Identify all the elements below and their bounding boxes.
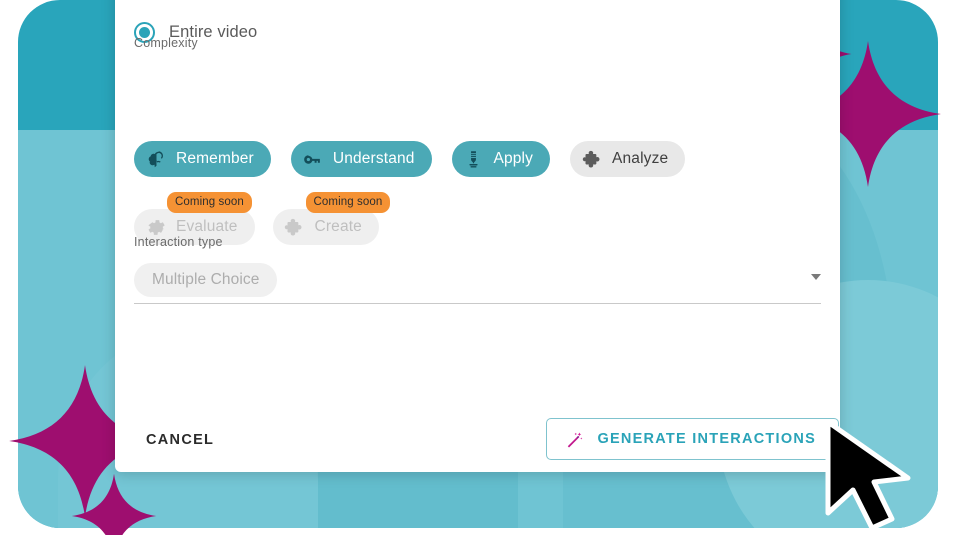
coming-soon-badge: Coming soon bbox=[305, 192, 391, 213]
complexity-chip-row-primary: Remember Understand Apply Analyze bbox=[134, 141, 686, 177]
puzzle-icon bbox=[284, 216, 306, 238]
complexity-chip-create: Create Coming soon bbox=[272, 192, 391, 245]
complexity-section-label: Complexity bbox=[134, 36, 198, 50]
complexity-chip-label: Remember bbox=[176, 150, 254, 167]
complexity-chip-understand[interactable]: Understand bbox=[290, 141, 432, 177]
interaction-type-value: Multiple Choice bbox=[134, 262, 278, 297]
magic-wand-icon bbox=[565, 430, 584, 449]
coming-soon-badge: Coming soon bbox=[167, 192, 252, 213]
chevron-down-icon[interactable] bbox=[811, 274, 821, 280]
brain-icon bbox=[145, 148, 167, 170]
complexity-chip-apply[interactable]: Apply bbox=[451, 141, 551, 177]
complexity-chip-label: Evaluate bbox=[176, 218, 238, 235]
cancel-button[interactable]: CANCEL bbox=[142, 426, 218, 454]
complexity-chip-label: Create bbox=[314, 218, 362, 235]
dialog-footer: CANCEL GENERATE INTERACTIONS bbox=[115, 410, 840, 472]
lamp-icon bbox=[463, 148, 485, 170]
generate-interactions-label: GENERATE INTERACTIONS bbox=[597, 431, 816, 447]
puzzle-icon bbox=[581, 148, 603, 170]
interaction-type-select[interactable]: Multiple Choice bbox=[134, 256, 821, 304]
generate-interactions-button[interactable]: GENERATE INTERACTIONS bbox=[546, 418, 839, 460]
dialog-body: Entire video Complexity Remember Underst… bbox=[115, 0, 840, 410]
interaction-type-label: Interaction type bbox=[134, 235, 223, 249]
generate-interactions-dialog: Entire video Complexity Remember Underst… bbox=[115, 0, 840, 472]
screenshot-root: Entire video Complexity Remember Underst… bbox=[0, 0, 955, 535]
key-icon bbox=[302, 148, 324, 170]
complexity-chip-label: Apply bbox=[493, 150, 534, 167]
complexity-chip-analyze[interactable]: Analyze bbox=[570, 141, 686, 177]
complexity-chip-label: Analyze bbox=[612, 150, 669, 167]
complexity-chip-label: Understand bbox=[332, 150, 415, 167]
complexity-chip-remember[interactable]: Remember bbox=[134, 141, 271, 177]
